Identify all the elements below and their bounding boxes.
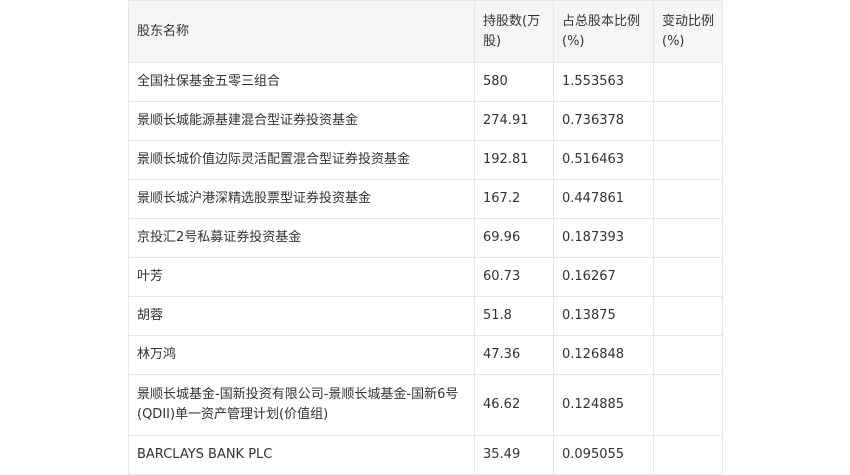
cell-change xyxy=(653,140,723,180)
cell-shares: 60.73 xyxy=(474,257,554,297)
cell-ratio: 0.516463 xyxy=(553,140,654,180)
shareholders-table: 股东名称 持股数(万股) 占总股本比例(%) 变动比例(%) 全国社保基金五零三… xyxy=(128,0,723,475)
cell-ratio: 0.095055 xyxy=(553,435,654,475)
cell-shares: 47.36 xyxy=(474,335,554,375)
table-row: 景顺长城价值边际灵活配置混合型证券投资基金 192.81 0.516463 xyxy=(128,140,723,180)
cell-ratio: 1.553563 xyxy=(553,62,654,102)
header-shares: 持股数(万股) xyxy=(474,0,554,63)
table-row: BARCLAYS BANK PLC 35.49 0.095055 xyxy=(128,435,723,475)
cell-shares: 51.8 xyxy=(474,296,554,336)
cell-ratio: 0.126848 xyxy=(553,335,654,375)
cell-shareholder-name: 胡蓉 xyxy=(128,296,475,336)
cell-shares: 69.96 xyxy=(474,218,554,258)
table-row: 胡蓉 51.8 0.13875 xyxy=(128,296,723,336)
cell-change xyxy=(653,335,723,375)
cell-change xyxy=(653,179,723,219)
cell-shareholder-name: 景顺长城能源基建混合型证券投资基金 xyxy=(128,101,475,141)
cell-shareholder-name: 京投汇2号私募证券投资基金 xyxy=(128,218,475,258)
header-row: 股东名称 持股数(万股) 占总股本比例(%) 变动比例(%) xyxy=(128,0,723,63)
cell-shares: 192.81 xyxy=(474,140,554,180)
header-change: 变动比例(%) xyxy=(653,0,723,63)
cell-shareholder-name: 景顺长城沪港深精选股票型证券投资基金 xyxy=(128,179,475,219)
cell-shareholder-name: 景顺长城价值边际灵活配置混合型证券投资基金 xyxy=(128,140,475,180)
cell-ratio: 0.447861 xyxy=(553,179,654,219)
table-row: 景顺长城基金-国新投资有限公司-景顺长城基金-国新6号(QDII)单一资产管理计… xyxy=(128,374,723,436)
table-body: 全国社保基金五零三组合 580 1.553563 景顺长城能源基建混合型证券投资… xyxy=(128,62,723,475)
cell-shares: 274.91 xyxy=(474,101,554,141)
cell-shares: 580 xyxy=(474,62,554,102)
cell-change xyxy=(653,435,723,475)
cell-change xyxy=(653,101,723,141)
cell-shareholder-name: 全国社保基金五零三组合 xyxy=(128,62,475,102)
cell-shareholder-name: 林万鸿 xyxy=(128,335,475,375)
cell-shares: 46.62 xyxy=(474,374,554,436)
table-header: 股东名称 持股数(万股) 占总股本比例(%) 变动比例(%) xyxy=(128,0,723,63)
cell-shareholder-name: BARCLAYS BANK PLC xyxy=(128,435,475,475)
cell-ratio: 0.124885 xyxy=(553,374,654,436)
table-row: 全国社保基金五零三组合 580 1.553563 xyxy=(128,62,723,102)
table-row: 京投汇2号私募证券投资基金 69.96 0.187393 xyxy=(128,218,723,258)
header-ratio: 占总股本比例(%) xyxy=(553,0,654,63)
cell-change xyxy=(653,374,723,436)
cell-ratio: 0.736378 xyxy=(553,101,654,141)
cell-shareholder-name: 叶芳 xyxy=(128,257,475,297)
cell-ratio: 0.187393 xyxy=(553,218,654,258)
table-row: 叶芳 60.73 0.16267 xyxy=(128,257,723,297)
table-row: 林万鸿 47.36 0.126848 xyxy=(128,335,723,375)
cell-shares: 167.2 xyxy=(474,179,554,219)
cell-shares: 35.49 xyxy=(474,435,554,475)
cell-ratio: 0.16267 xyxy=(553,257,654,297)
header-shareholder-name: 股东名称 xyxy=(128,0,475,63)
cell-ratio: 0.13875 xyxy=(553,296,654,336)
cell-change xyxy=(653,257,723,297)
table-row: 景顺长城沪港深精选股票型证券投资基金 167.2 0.447861 xyxy=(128,179,723,219)
table-row: 景顺长城能源基建混合型证券投资基金 274.91 0.736378 xyxy=(128,101,723,141)
cell-change xyxy=(653,218,723,258)
cell-change xyxy=(653,296,723,336)
cell-shareholder-name: 景顺长城基金-国新投资有限公司-景顺长城基金-国新6号(QDII)单一资产管理计… xyxy=(128,374,475,436)
cell-change xyxy=(653,62,723,102)
